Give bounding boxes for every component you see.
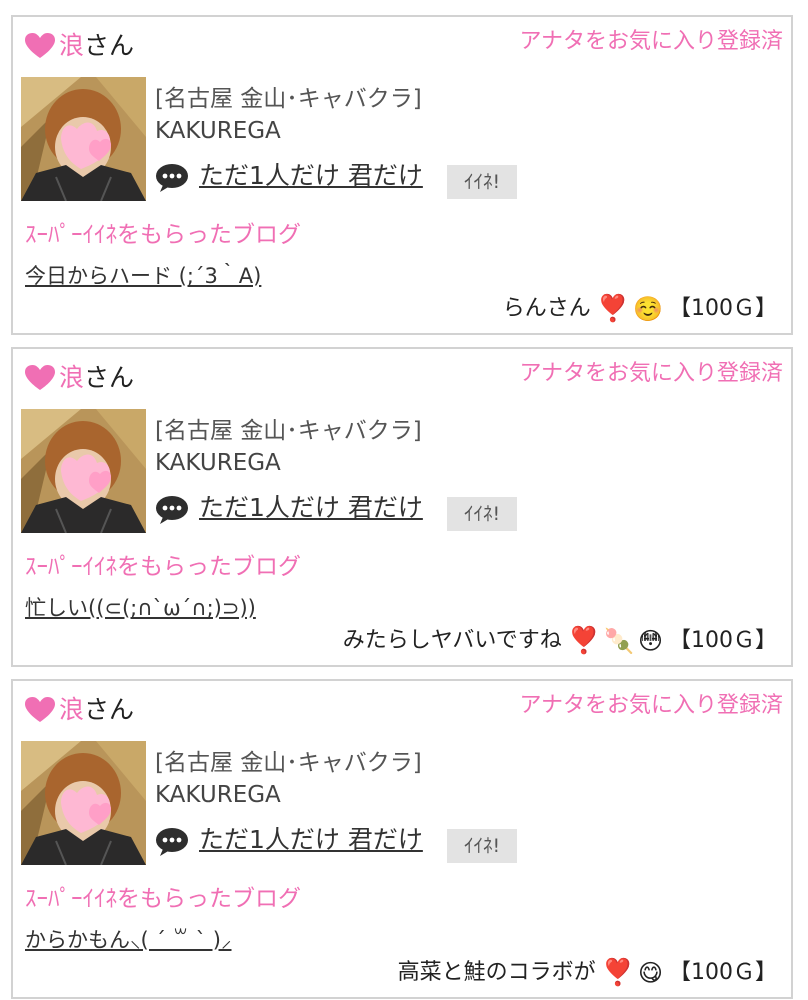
gold-amount: 【100Ｇ】: [669, 296, 777, 321]
user-suffix: さん: [84, 695, 135, 724]
shop-name[interactable]: KAKUREGA: [155, 779, 281, 811]
user-name-text[interactable]: 浪: [59, 363, 84, 392]
smiling-face-icon: ☺️: [633, 295, 663, 323]
gold-amount: 【100Ｇ】: [669, 628, 777, 653]
post-link[interactable]: 忙しい((⊂(;∩`ω´∩;)⊃)): [25, 593, 256, 623]
user-suffix: さん: [84, 31, 135, 60]
cast-photo-image: [21, 77, 146, 201]
gift-comment: みたらしヤバいですね ❣️ 🍡 😳 【100Ｇ】: [343, 625, 777, 657]
heart-exclamation-icon: ❣️: [567, 626, 601, 656]
user-name[interactable]: 浪さん: [59, 693, 134, 727]
like-button[interactable]: ｲｲﾈ!: [447, 829, 517, 863]
yum-face-icon: 😋: [637, 959, 663, 987]
like-button[interactable]: ｲｲﾈ!: [447, 165, 517, 199]
heart-exclamation-icon: ❣️: [601, 958, 634, 988]
user-name[interactable]: 浪さん: [59, 29, 134, 63]
shop-area: [名古屋 金山･キャバクラ]: [155, 418, 422, 444]
favorite-status: アナタをお気に入り登録済: [519, 29, 783, 54]
cast-photo[interactable]: [21, 409, 146, 533]
speech-bubble-icon: [156, 164, 188, 192]
comment-text: みたらしヤバいですね: [342, 628, 562, 653]
cast-photo-image: [21, 409, 146, 533]
comment-text: らんさん: [502, 296, 591, 321]
shop-area: [名古屋 金山･キャバクラ]: [155, 86, 422, 112]
blog-card: 浪さん アナタをお気に入り登録済 [名古屋 金山･キャバクラ] KAKUREGA…: [11, 679, 793, 999]
cast-photo[interactable]: [21, 741, 146, 865]
shop-name[interactable]: KAKUREGA: [155, 115, 281, 147]
gold-amount: 【100Ｇ】: [669, 960, 777, 985]
speech-bubble-icon: [156, 496, 188, 524]
user-name-text[interactable]: 浪: [59, 31, 84, 60]
section-title: ｽｰﾊﾟｰｲｲﾈをもらったブログ: [25, 886, 301, 912]
flushed-face-icon: 😳: [637, 627, 663, 655]
user-name[interactable]: 浪さん: [59, 361, 134, 395]
blog-card: 浪さん アナタをお気に入り登録済 [名古屋 金山･キャバクラ] KAKUREGA…: [11, 15, 793, 335]
gift-comment: らんさん ❣️ ☺️ 【100Ｇ】: [503, 293, 777, 325]
heart-icon: [25, 697, 55, 722]
favorite-status: アナタをお気に入り登録済: [519, 361, 783, 386]
speech-bubble-icon: [156, 828, 188, 856]
heart-exclamation-icon: ❣️: [596, 294, 630, 324]
blog-title-link[interactable]: ただ1人だけ 君だけ: [199, 159, 423, 193]
shop-area: [名古屋 金山･キャバクラ]: [155, 750, 422, 776]
section-title: ｽｰﾊﾟｰｲｲﾈをもらったブログ: [25, 554, 301, 580]
blog-title-link[interactable]: ただ1人だけ 君だけ: [199, 491, 423, 525]
cast-photo[interactable]: [21, 77, 146, 201]
gift-comment: 高菜と鮭のコラボが ❣️ 😋 【100Ｇ】: [398, 957, 777, 989]
shop-name[interactable]: KAKUREGA: [155, 447, 281, 479]
post-link[interactable]: 今日からハード (;´3｀A): [25, 261, 261, 291]
like-button[interactable]: ｲｲﾈ!: [447, 497, 517, 531]
cast-photo-image: [21, 741, 146, 865]
post-link[interactable]: からかもん⸜( ´ ꒳ ` )⸝: [25, 925, 232, 955]
user-suffix: さん: [84, 363, 135, 392]
blog-title-link[interactable]: ただ1人だけ 君だけ: [199, 823, 423, 857]
section-title: ｽｰﾊﾟｰｲｲﾈをもらったブログ: [25, 222, 301, 248]
user-name-text[interactable]: 浪: [59, 695, 84, 724]
heart-icon: [25, 33, 55, 58]
favorite-status: アナタをお気に入り登録済: [519, 693, 783, 718]
dango-icon: 🍡: [604, 627, 634, 655]
blog-card: 浪さん アナタをお気に入り登録済 [名古屋 金山･キャバクラ] KAKUREGA…: [11, 347, 793, 667]
heart-icon: [25, 365, 55, 390]
comment-text: 高菜と鮭のコラボが: [397, 960, 596, 985]
